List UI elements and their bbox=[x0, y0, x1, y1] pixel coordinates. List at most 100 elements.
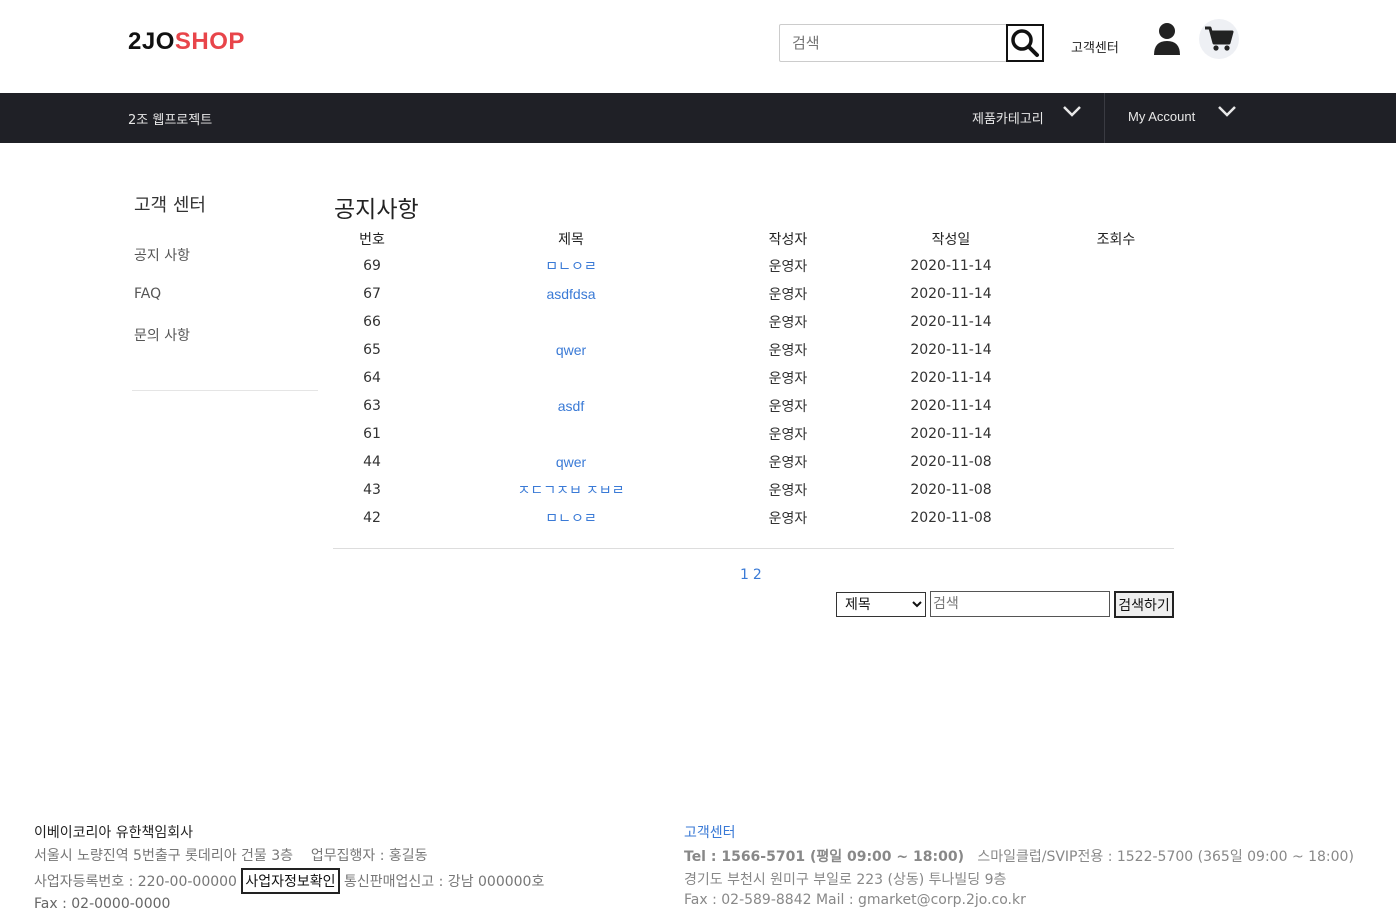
sidebar-item-faq[interactable]: FAQ bbox=[134, 286, 161, 302]
post-views-cell bbox=[1058, 392, 1174, 420]
page-title: 공지사항 bbox=[334, 197, 419, 223]
post-writer-cell: 운영자 bbox=[768, 455, 808, 471]
header-search-button[interactable] bbox=[1006, 24, 1044, 62]
post-number-cell: 63 bbox=[363, 398, 381, 414]
site-header: 2JOSHOP 고객센터 bbox=[0, 0, 1396, 93]
post-number-cell: 44 bbox=[363, 454, 381, 470]
post-title-cell: asdfdsa bbox=[410, 280, 732, 308]
post-views-cell bbox=[1058, 336, 1174, 364]
post-date-cell: 2020-11-14 bbox=[910, 398, 992, 414]
post-writer-cell: 운영자 bbox=[768, 427, 808, 443]
footer-biz-line: 사업자등록번호 : 220-00-00000 사업자정보확인 통신판매업신고 :… bbox=[34, 868, 544, 894]
post-title-link[interactable]: ㅈㄷㄱㅈㅂ ㅈㅂㄹ bbox=[518, 482, 625, 498]
search-field-select[interactable]: 제목 bbox=[836, 592, 926, 617]
customer-service-link[interactable]: 고객센터 bbox=[1071, 37, 1119, 56]
post-views-cell bbox=[1058, 364, 1174, 392]
notice-search-input[interactable] bbox=[930, 591, 1110, 617]
post-views-cell bbox=[1058, 448, 1174, 476]
post-date-cell: 2020-11-14 bbox=[910, 258, 992, 274]
post-title-cell bbox=[410, 308, 732, 336]
column-header-date: 작성일 bbox=[931, 232, 971, 248]
post-writer-cell: 운영자 bbox=[768, 483, 808, 499]
post-title-cell: qwer bbox=[410, 336, 732, 364]
footer-ceo: 업무집행자 : 홍길동 bbox=[310, 848, 428, 864]
post-views-cell bbox=[1058, 280, 1174, 308]
post-title-cell: asdf bbox=[410, 392, 732, 420]
logo-text-accent: SHOP bbox=[174, 28, 245, 55]
post-number-cell: 66 bbox=[363, 314, 381, 330]
post-number-cell: 67 bbox=[363, 286, 381, 302]
post-number-cell: 43 bbox=[363, 482, 381, 498]
chevron-down-icon[interactable] bbox=[1062, 103, 1082, 119]
table-row: 43 ㅈㄷㄱㅈㅂ ㅈㅂㄹ 운영자 2020-11-08 bbox=[334, 476, 1174, 504]
user-icon[interactable] bbox=[1153, 22, 1181, 56]
notice-search-button[interactable]: 검색하기 bbox=[1114, 591, 1174, 618]
post-title-link[interactable]: ㅁㄴㅇㄹ bbox=[545, 510, 597, 526]
post-title-link[interactable]: asdf bbox=[558, 398, 584, 414]
column-header-title: 제목 bbox=[558, 232, 584, 248]
post-number-cell: 65 bbox=[363, 342, 381, 358]
column-header-views: 조회수 bbox=[1096, 232, 1136, 248]
post-writer-cell: 운영자 bbox=[768, 371, 808, 387]
business-info-button[interactable]: 사업자정보확인 bbox=[241, 868, 340, 894]
logo-text-primary: 2JO bbox=[128, 28, 175, 55]
post-writer-cell: 운영자 bbox=[768, 343, 808, 359]
nav-account-menu[interactable]: My Account bbox=[1128, 109, 1195, 124]
post-views-cell bbox=[1058, 252, 1174, 280]
nav-divider bbox=[1104, 93, 1105, 143]
table-row: 67 asdfdsa 운영자 2020-11-14 bbox=[334, 280, 1174, 308]
post-title-cell: qwer bbox=[410, 448, 732, 476]
sidebar-item-notice[interactable]: 공지 사항 bbox=[134, 245, 190, 265]
notice-table-body: 69 ㅁㄴㅇㄹ 운영자 2020-11-14 67 asdfdsa 운영자 2020-11-1… bbox=[334, 252, 1174, 532]
post-writer-cell: 운영자 bbox=[768, 315, 808, 331]
sidebar-item-inquiry[interactable]: 문의 사항 bbox=[134, 325, 190, 345]
footer-cs-title[interactable]: 고객센터 bbox=[684, 822, 736, 842]
chevron-down-icon[interactable] bbox=[1217, 103, 1237, 119]
post-date-cell: 2020-11-08 bbox=[910, 510, 992, 526]
nav-category-menu[interactable]: 제품카테고리 bbox=[972, 108, 1044, 127]
footer-cs-address: 경기도 부천시 원미구 부일로 223 (상동) 투나빌딩 9층 bbox=[684, 872, 1007, 888]
post-date-cell: 2020-11-08 bbox=[910, 454, 992, 470]
footer-tel: Tel : 1566-5701 (평일 09:00 ~ 18:00) bbox=[684, 849, 964, 865]
search-icon bbox=[1011, 29, 1039, 57]
post-number-cell: 64 bbox=[363, 370, 381, 386]
post-views-cell bbox=[1058, 504, 1174, 532]
sidebar-divider bbox=[132, 390, 318, 391]
post-date-cell: 2020-11-14 bbox=[910, 370, 992, 386]
notice-table: 번호 제목 작성자 작성일 조회수 69 ㅁㄴㅇㄹ 운영자 2020-11-14 67 a… bbox=[334, 226, 1174, 532]
table-row: 63 asdf 운영자 2020-11-14 bbox=[334, 392, 1174, 420]
post-views-cell bbox=[1058, 420, 1174, 448]
post-date-cell: 2020-11-14 bbox=[910, 426, 992, 442]
post-title-link[interactable]: ㅁㄴㅇㄹ bbox=[545, 258, 597, 274]
footer-fax: Fax : 02-0000-0000 bbox=[34, 896, 171, 912]
footer-biz-number: 사업자등록번호 : 220-00-00000 bbox=[34, 874, 237, 890]
post-date-cell: 2020-11-08 bbox=[910, 482, 992, 498]
page-link-2[interactable]: 2 bbox=[753, 567, 762, 583]
footer-phone-line: Tel : 1566-5701 (평일 09:00 ~ 18:00) 스마일클럽… bbox=[684, 846, 1354, 866]
cart-icon[interactable] bbox=[1199, 19, 1239, 59]
site-logo[interactable]: 2JOSHOP bbox=[128, 28, 245, 56]
table-row: 69 ㅁㄴㅇㄹ 운영자 2020-11-14 bbox=[334, 252, 1174, 280]
post-title-link[interactable]: asdfdsa bbox=[546, 286, 595, 302]
header-search bbox=[779, 24, 1044, 62]
post-date-cell: 2020-11-14 bbox=[910, 314, 992, 330]
table-row: 61 운영자 2020-11-14 bbox=[334, 420, 1174, 448]
table-row: 42 ㅁㄴㅇㄹ 운영자 2020-11-08 bbox=[334, 504, 1174, 532]
table-row: 66 운영자 2020-11-14 bbox=[334, 308, 1174, 336]
pagination: 12 bbox=[740, 567, 766, 583]
table-row: 64 운영자 2020-11-14 bbox=[334, 364, 1174, 392]
table-header-row: 번호 제목 작성자 작성일 조회수 bbox=[334, 226, 1174, 252]
post-title-cell: ㅁㄴㅇㄹ bbox=[410, 252, 732, 280]
main-navbar: 2조 웹프로젝트 제품카테고리 My Account bbox=[0, 93, 1396, 143]
post-writer-cell: 운영자 bbox=[768, 259, 808, 275]
page-link-1[interactable]: 1 bbox=[740, 567, 749, 583]
footer-address: 서울시 노량진역 5번출구 롯데리아 건물 3층 bbox=[34, 848, 294, 864]
post-title-link[interactable]: qwer bbox=[556, 342, 586, 358]
nav-project-title[interactable]: 2조 웹프로젝트 bbox=[128, 109, 212, 128]
post-views-cell bbox=[1058, 476, 1174, 504]
table-row: 44 qwer 운영자 2020-11-08 bbox=[334, 448, 1174, 476]
post-title-link[interactable]: qwer bbox=[556, 454, 586, 470]
post-writer-cell: 운영자 bbox=[768, 511, 808, 527]
table-bottom-divider bbox=[333, 548, 1174, 549]
header-search-input[interactable] bbox=[779, 24, 1007, 62]
